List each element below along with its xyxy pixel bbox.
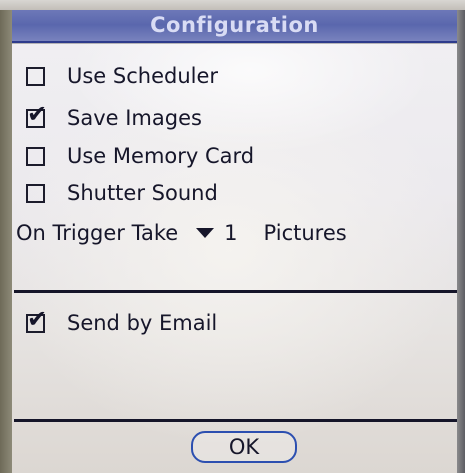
device-screen: Configuration Use Scheduler ✔ Save Image… (0, 0, 465, 473)
trigger-picture-count-row: On Trigger Take 1 Pictures (16, 217, 347, 249)
section-divider-bottom (14, 419, 457, 422)
section-divider-top (14, 290, 457, 293)
checkmark-icon: ✔ (27, 304, 48, 333)
use-memory-card-option[interactable]: Use Memory Card (26, 141, 254, 171)
use-scheduler-label: Use Scheduler (67, 64, 219, 88)
screen-bezel-right (457, 10, 465, 473)
send-by-email-label: Send by Email (67, 311, 218, 335)
send-by-email-option[interactable]: ✔ Send by Email (26, 307, 218, 338)
picture-count-select[interactable]: 1 (224, 221, 237, 245)
shutter-sound-checkbox[interactable] (26, 183, 45, 203)
trigger-suffix-label: Pictures (263, 221, 347, 245)
use-scheduler-checkbox[interactable] (26, 66, 45, 86)
save-images-label: Save Images (67, 106, 202, 130)
send-by-email-checkbox[interactable]: ✔ (26, 307, 47, 333)
use-scheduler-option[interactable]: Use Scheduler (26, 61, 218, 91)
shutter-sound-option[interactable]: Shutter Sound (26, 178, 218, 208)
save-images-checkbox[interactable]: ✔ (26, 102, 47, 128)
trigger-prefix-label: On Trigger Take (16, 221, 179, 245)
screen-bezel-left (0, 10, 12, 473)
use-memory-card-checkbox[interactable] (26, 146, 45, 166)
use-memory-card-label: Use Memory Card (67, 144, 255, 168)
screen-bezel-top (0, 0, 465, 10)
ok-button[interactable]: OK (191, 431, 297, 463)
save-images-option[interactable]: ✔ Save Images (26, 102, 202, 133)
checkmark-icon: ✔ (27, 99, 48, 128)
shutter-sound-label: Shutter Sound (67, 181, 218, 205)
dropdown-triangle-icon[interactable] (196, 228, 215, 238)
dialog-title: Configuration (150, 13, 319, 37)
dialog-title-bar: Configuration (12, 10, 457, 43)
